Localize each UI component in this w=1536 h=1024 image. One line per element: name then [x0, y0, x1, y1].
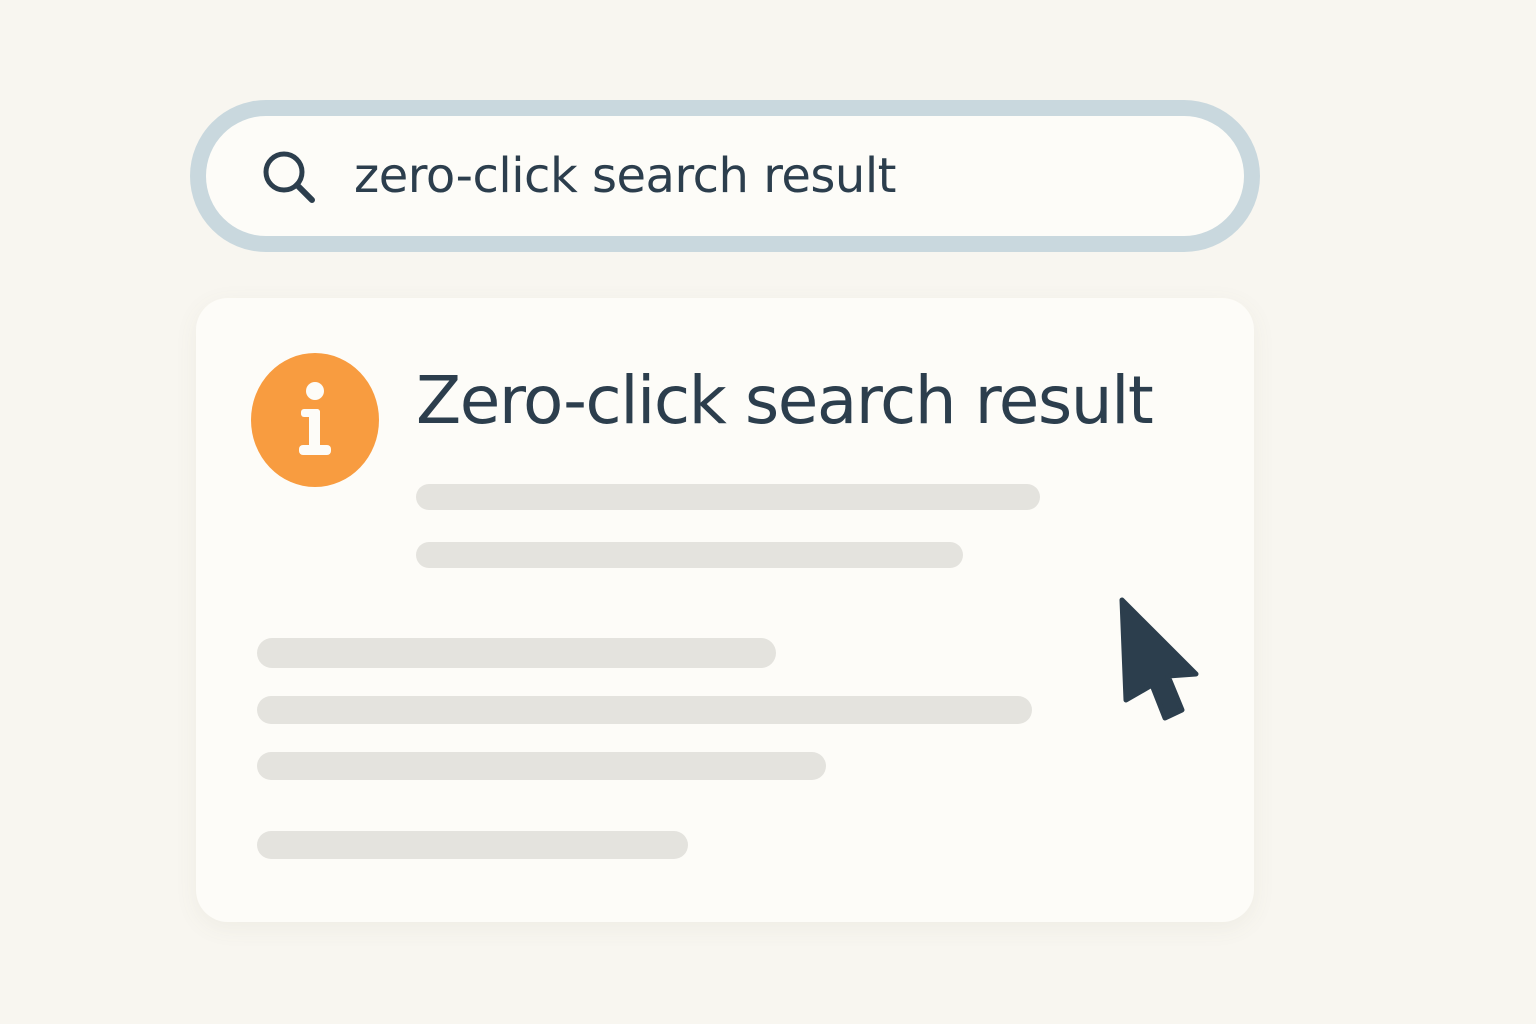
search-input[interactable] — [354, 138, 1174, 214]
info-icon — [251, 353, 379, 487]
body-line — [257, 752, 826, 780]
result-title: Zero-click search result — [416, 362, 1154, 439]
snippet-line — [416, 542, 963, 568]
body-line — [257, 696, 1032, 724]
zero-click-result-card: Zero-click search result — [196, 298, 1254, 922]
search-field-container[interactable] — [206, 116, 1244, 236]
body-line — [257, 638, 776, 668]
search-icon — [263, 151, 315, 203]
snippet-line — [416, 484, 1040, 510]
mouse-pointer-icon — [1119, 597, 1199, 721]
search-bar[interactable] — [190, 100, 1260, 252]
body-line — [257, 831, 688, 859]
